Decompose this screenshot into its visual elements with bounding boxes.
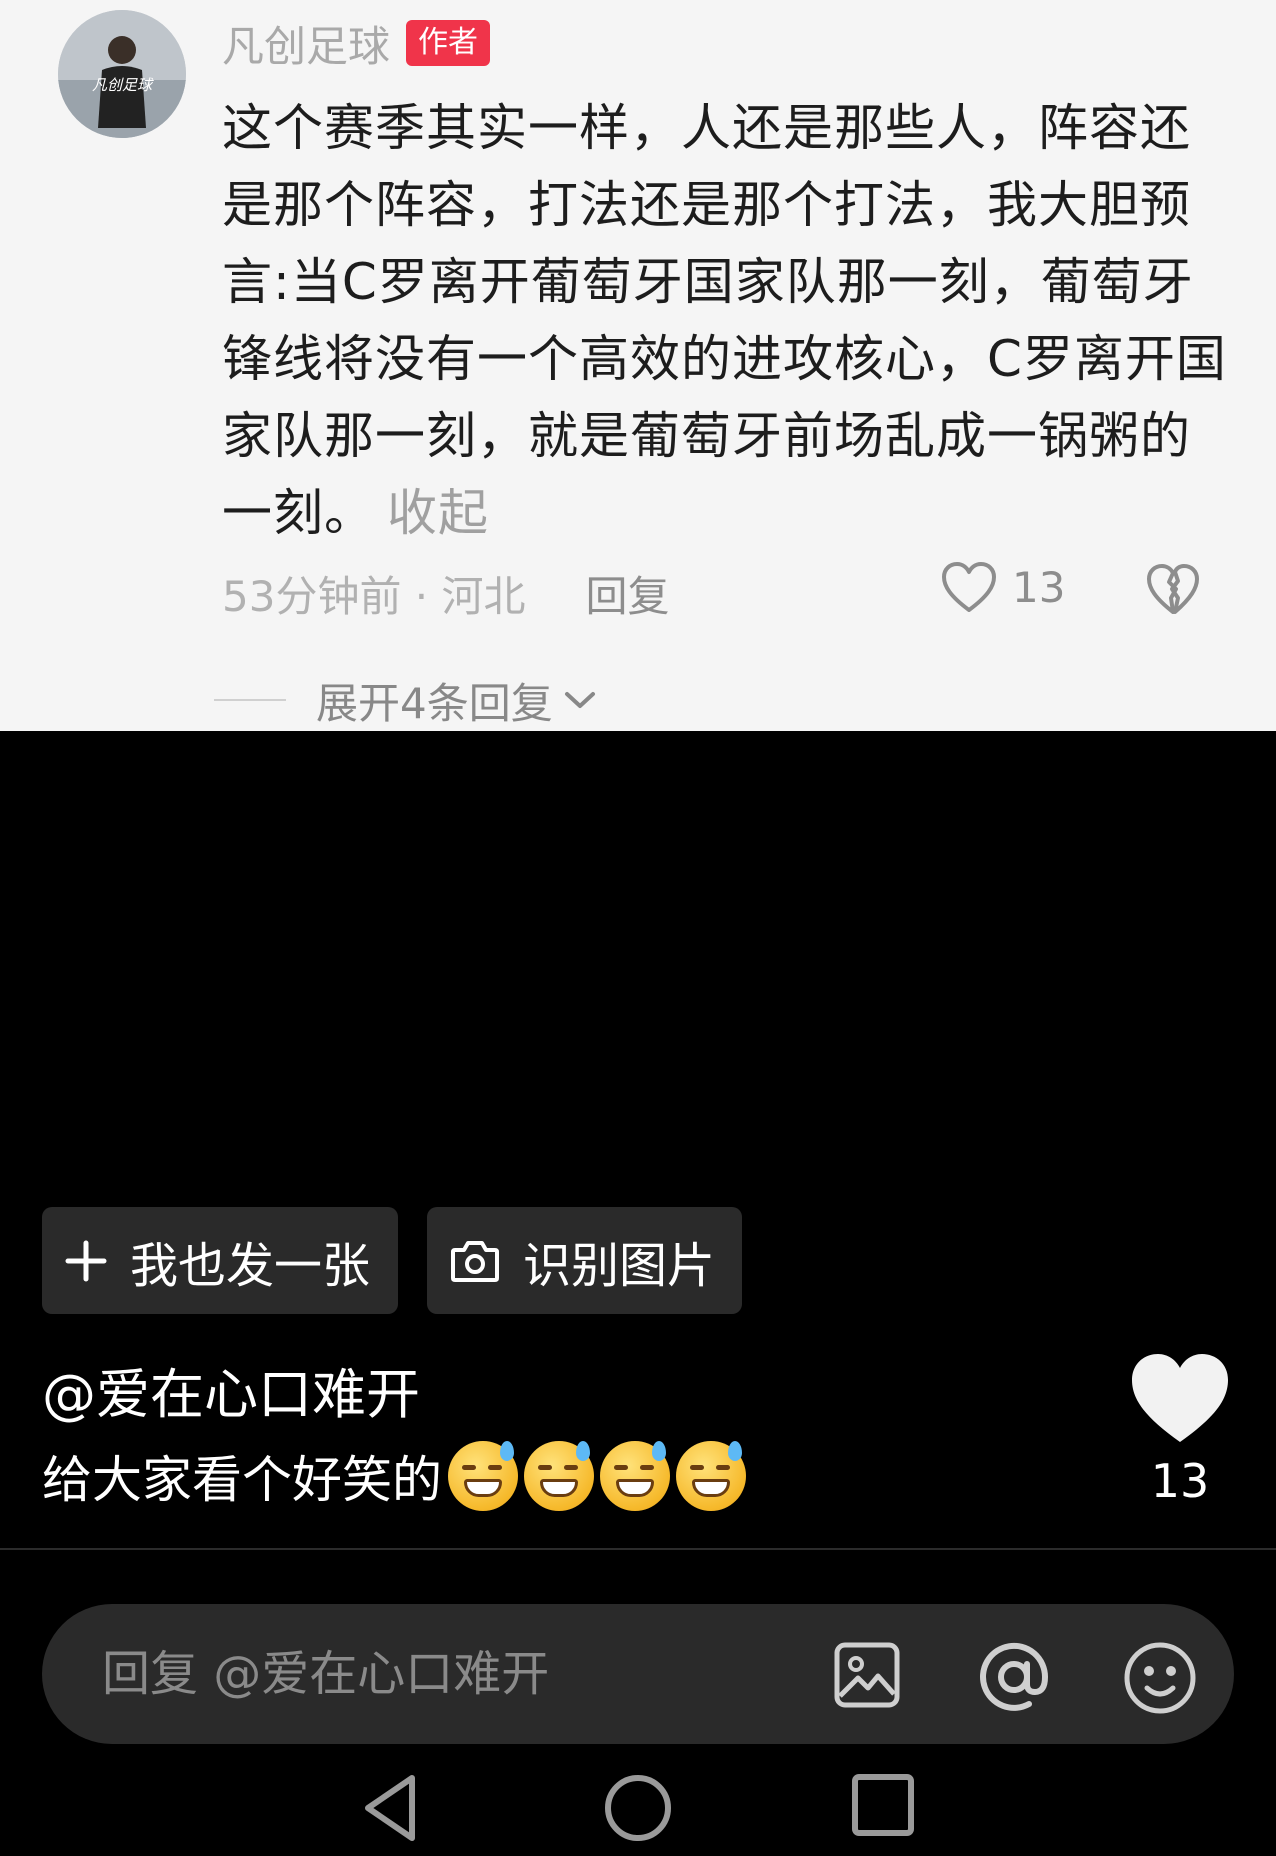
broken-heart-icon [1147, 564, 1199, 614]
avatar-logo-text: 凡创足球 [92, 76, 154, 94]
expand-divider-line [214, 699, 286, 701]
author-name[interactable]: 凡创足球 [222, 13, 390, 74]
expand-replies-label: 展开4条回复 [316, 678, 553, 728]
plus-icon [64, 1239, 108, 1283]
recents-icon[interactable] [850, 1772, 916, 1842]
chevron-down-icon [564, 692, 595, 708]
avatar[interactable]: 凡创足球 [58, 10, 186, 138]
system-nav-bar [0, 1760, 1276, 1856]
post-image-button[interactable]: 我也发一张 [42, 1207, 398, 1314]
comment-like-count: 13 [1012, 562, 1066, 612]
laugh-sweat-emoji-icon [600, 1441, 670, 1511]
heart-icon [942, 562, 996, 612]
camera-icon [449, 1238, 501, 1284]
reply-username[interactable]: @爱在心口难开 [42, 1350, 420, 1429]
reply-caption-text: 给大家看个好笑的 [42, 1451, 442, 1509]
at-icon[interactable] [977, 1640, 1051, 1718]
author-row: 凡创足球 作者 [222, 16, 491, 71]
heart-icon [1132, 1354, 1228, 1442]
reply-bar [42, 1604, 1234, 1744]
recognize-image-label: 识别图片 [523, 1237, 716, 1294]
author-badge: 作者 [406, 20, 491, 66]
comment-text: 这个赛季其实一样，人还是那些人，阵容还是那个阵容，打法还是那个打法，我大胆预言:… [222, 99, 1227, 542]
divider [0, 1548, 1276, 1550]
home-icon[interactable] [602, 1772, 674, 1848]
reply-button[interactable]: 回复 [586, 563, 670, 624]
comment-meta: 53分钟前 · 河北 回复 [222, 563, 670, 623]
reply-input[interactable] [100, 1638, 744, 1710]
reply-caption: 给大家看个好笑的 [42, 1440, 746, 1512]
recognize-image-button[interactable]: 识别图片 [427, 1207, 742, 1314]
laugh-sweat-emoji-icon [448, 1441, 518, 1511]
laugh-sweat-emoji-icon [524, 1441, 594, 1511]
comment-like-button[interactable]: 13 [940, 560, 1065, 614]
dislike-button[interactable] [1145, 562, 1201, 620]
smiley-icon[interactable] [1122, 1640, 1198, 1720]
comment-time-location: 53分钟前 · 河北 [222, 571, 526, 621]
comment-panel: 凡创足球 凡创足球 作者 这个赛季其实一样，人还是那些人，阵容还是那个阵容，打法… [0, 0, 1276, 731]
reply-like-count: 13 [1150, 1454, 1210, 1508]
comment-body: 这个赛季其实一样，人还是那些人，阵容还是那个阵容，打法还是那个打法，我大胆预言:… [222, 90, 1232, 552]
back-icon[interactable] [358, 1772, 422, 1848]
collapse-link[interactable]: 收起 [387, 484, 489, 542]
laugh-sweat-emoji-icon [676, 1441, 746, 1511]
image-icon[interactable] [832, 1640, 902, 1714]
reply-like-button[interactable]: 13 [1125, 1350, 1235, 1508]
post-image-label: 我也发一张 [130, 1237, 371, 1294]
expand-replies[interactable]: 展开4条回复 [214, 672, 597, 728]
